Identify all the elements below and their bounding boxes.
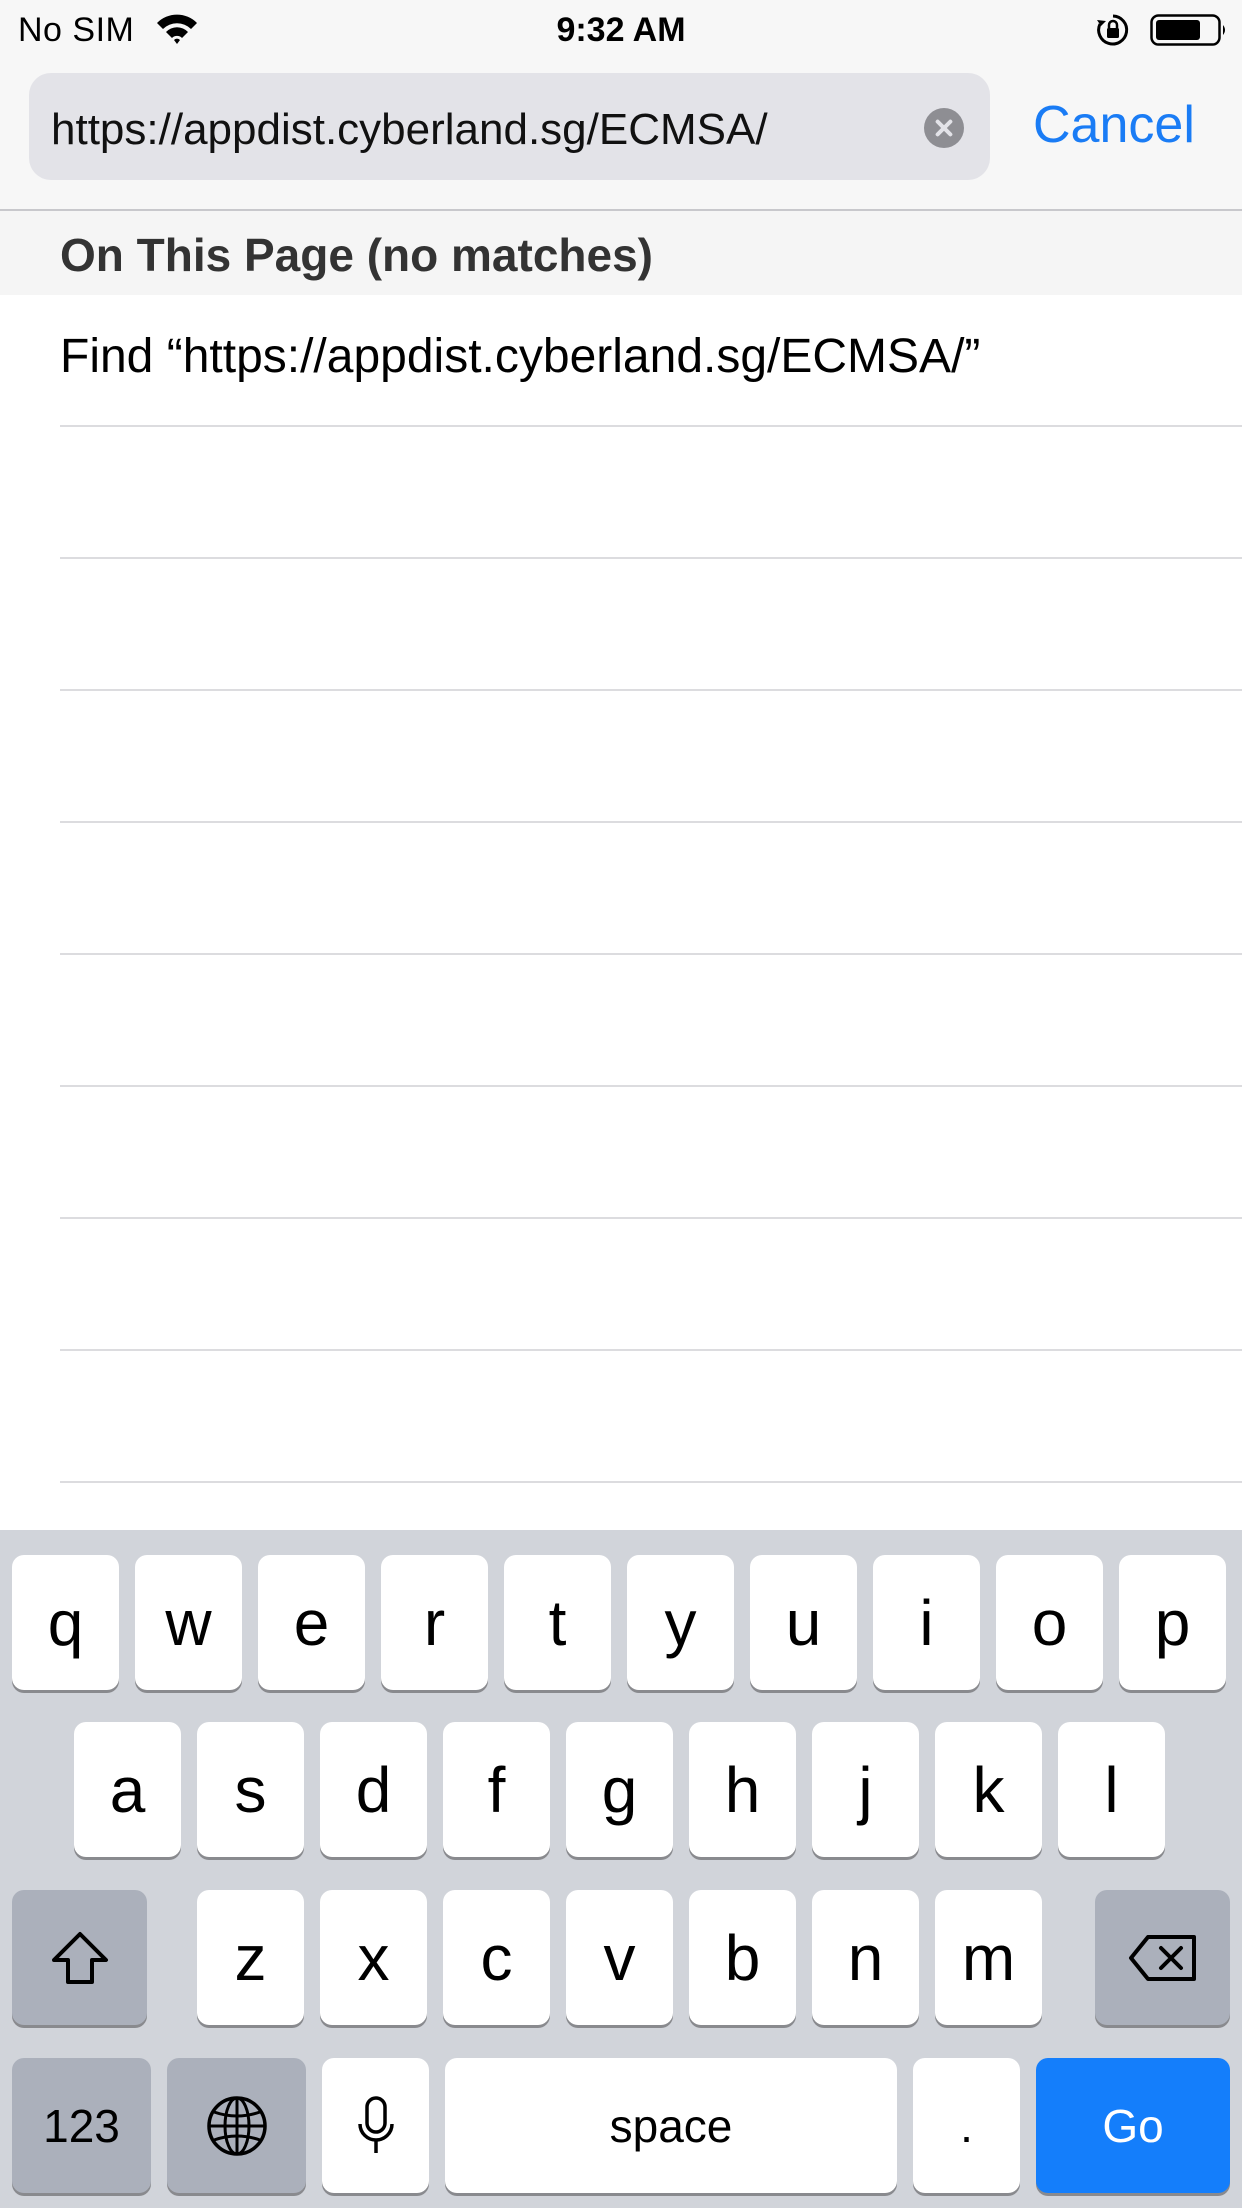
key-x[interactable]: x <box>320 1890 427 2025</box>
globe-icon <box>206 2095 267 2156</box>
go-button[interactable]: Go <box>1036 2058 1230 2193</box>
key-r[interactable]: r <box>381 1555 488 1690</box>
search-query-text[interactable]: https://appdist.cyberland.sg/ECMSA/ <box>51 105 768 155</box>
key-q[interactable]: q <box>12 1555 119 1690</box>
key-n[interactable]: n <box>812 1890 919 2025</box>
globe-key[interactable] <box>167 2058 306 2193</box>
key-h[interactable]: h <box>689 1722 796 1857</box>
empty-row <box>60 1219 1242 1351</box>
key-f[interactable]: f <box>443 1722 550 1857</box>
empty-row <box>60 1351 1242 1483</box>
shift-icon <box>51 1931 108 1984</box>
status-bar: No SIM 9:32 AM <box>0 0 1242 60</box>
key-d[interactable]: d <box>320 1722 427 1857</box>
key-i[interactable]: i <box>873 1555 980 1690</box>
delete-icon <box>1128 1934 1196 1981</box>
empty-row <box>60 559 1242 691</box>
key-e[interactable]: e <box>258 1555 365 1690</box>
empty-row <box>60 955 1242 1087</box>
empty-row <box>60 823 1242 955</box>
key-g[interactable]: g <box>566 1722 673 1857</box>
key-p[interactable]: p <box>1119 1555 1226 1690</box>
search-input[interactable]: https://appdist.cyberland.sg/ECMSA/ <box>29 73 990 180</box>
key-o[interactable]: o <box>996 1555 1103 1690</box>
key-u[interactable]: u <box>750 1555 857 1690</box>
results-list: Find “https://appdist.cyberland.sg/ECMSA… <box>0 295 1242 1530</box>
empty-row <box>60 691 1242 823</box>
shift-key[interactable] <box>12 1890 147 2025</box>
key-k[interactable]: k <box>935 1722 1042 1857</box>
section-title: On This Page (no matches) <box>60 229 653 281</box>
find-on-page-label: Find “https://appdist.cyberland.sg/ECMSA… <box>60 330 981 383</box>
empty-row <box>60 427 1242 559</box>
space-key[interactable]: space <box>445 2058 897 2193</box>
delete-key[interactable] <box>1095 1890 1230 2025</box>
keyboard: q w e r t y u i o p a s d f g h j k l z … <box>0 1530 1242 2208</box>
empty-row <box>60 1087 1242 1219</box>
key-c[interactable]: c <box>443 1890 550 2025</box>
key-w[interactable]: w <box>135 1555 242 1690</box>
period-key[interactable]: . <box>913 2058 1020 2193</box>
microphone-icon <box>357 2095 394 2153</box>
key-j[interactable]: j <box>812 1722 919 1857</box>
key-y[interactable]: y <box>627 1555 734 1690</box>
status-time: 9:32 AM <box>556 11 686 49</box>
battery-icon <box>1150 14 1225 46</box>
dictation-key[interactable] <box>322 2058 429 2193</box>
key-s[interactable]: s <box>197 1722 304 1857</box>
key-t[interactable]: t <box>504 1555 611 1690</box>
key-z[interactable]: z <box>197 1890 304 2025</box>
key-v[interactable]: v <box>566 1890 673 2025</box>
key-a[interactable]: a <box>74 1722 181 1857</box>
find-bar: https://appdist.cyberland.sg/ECMSA/ Canc… <box>0 60 1242 211</box>
cancel-button[interactable]: Cancel <box>1033 95 1195 155</box>
find-on-page-row[interactable]: Find “https://appdist.cyberland.sg/ECMSA… <box>60 295 1242 427</box>
clear-icon[interactable] <box>924 108 964 148</box>
key-b[interactable]: b <box>689 1890 796 2025</box>
key-m[interactable]: m <box>935 1890 1042 2025</box>
orientation-lock-icon <box>1097 14 1129 46</box>
key-l[interactable]: l <box>1058 1722 1165 1857</box>
numbers-key[interactable]: 123 <box>12 2058 151 2193</box>
section-header: On This Page (no matches) <box>0 211 1242 295</box>
